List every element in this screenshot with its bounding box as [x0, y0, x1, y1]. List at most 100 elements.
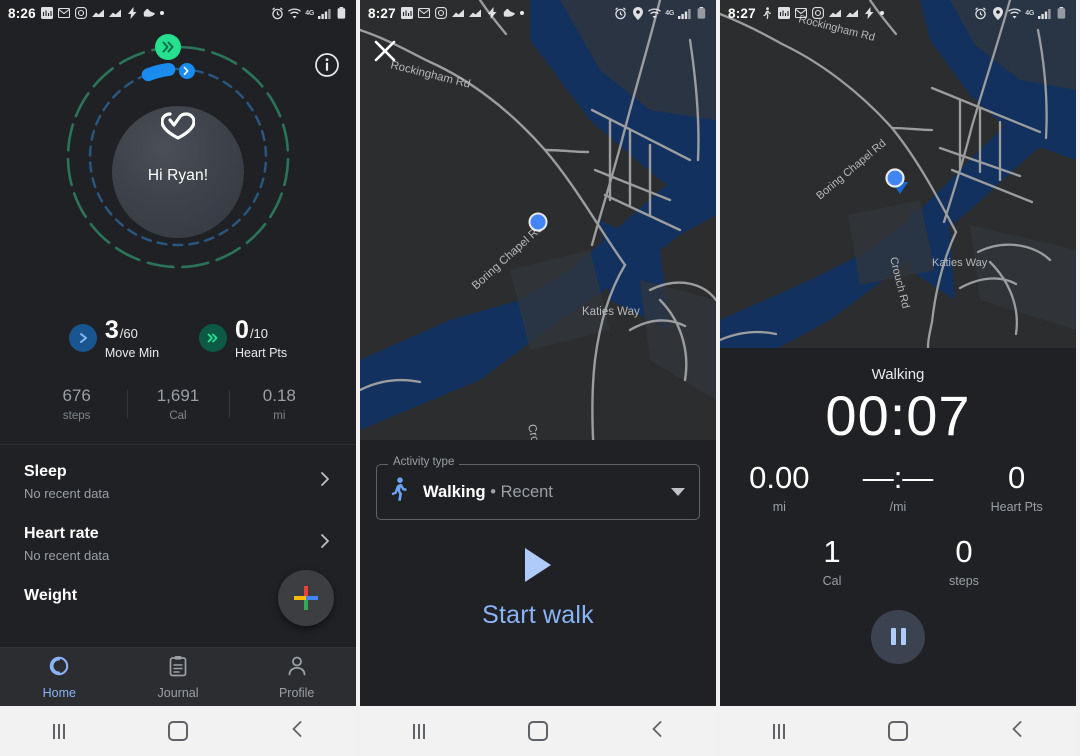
activity-rings[interactable]: Hi Ryan! — [0, 26, 356, 316]
gmail-icon — [58, 7, 71, 20]
bottom-navigation: Home Journal Profile — [0, 647, 356, 706]
flash-icon — [486, 7, 499, 20]
nav-item-journal[interactable]: Journal — [119, 655, 238, 700]
tracking-screen: Rockingham Rd Boring Chapel Rd Crouch Rd… — [720, 0, 1076, 706]
goal-value: 3 — [104, 316, 119, 344]
metric-distance: 0.18 mi — [228, 386, 330, 422]
double-chevron-icon — [199, 324, 228, 352]
alarm-icon — [974, 6, 987, 20]
alarm-icon — [614, 6, 627, 20]
flash-icon — [126, 7, 139, 20]
dot-icon — [879, 11, 884, 15]
status-bar: 8:26 4G — [0, 0, 356, 26]
walking-person-icon — [761, 6, 774, 20]
greeting-circle: Hi Ryan! — [112, 106, 244, 238]
metric-cal: 1,691 Cal — [127, 386, 228, 422]
instagram-icon — [812, 7, 825, 20]
phone-panel-home: 8:26 4G Hi Ryan! 3 /60 Move Min 0 /10 He… — [0, 0, 356, 756]
back-button[interactable] — [237, 720, 356, 743]
single-chevron-icon — [68, 324, 97, 352]
chevron-down-icon[interactable] — [671, 483, 685, 501]
home-icon — [168, 721, 188, 741]
chart-icon — [451, 7, 465, 20]
tracking-stats-row-1: 0.00 mi —:— /mi 0 Heart Pts — [720, 462, 1076, 514]
goal-max: /10 — [249, 326, 269, 341]
home-button[interactable] — [839, 721, 958, 741]
tracking-timer: 00:07 — [825, 384, 971, 447]
person-icon — [287, 655, 307, 682]
list-item-heart-rate[interactable]: Heart rate No recent data — [24, 507, 332, 569]
back-button[interactable] — [597, 720, 716, 743]
list-item-title: Sleep — [24, 463, 67, 480]
start-walk-screen: Rockingham Rd Boring Chapel Rd Crouch Rd… — [360, 0, 716, 706]
nav-label: Profile — [278, 685, 315, 700]
list-item-sleep[interactable]: Sleep No recent data — [24, 445, 332, 507]
stat-value: 0.00 — [749, 459, 810, 495]
recents-icon — [53, 723, 66, 739]
home-button[interactable] — [479, 721, 598, 741]
shoe-icon — [143, 7, 156, 20]
nav-label: Home — [42, 685, 76, 700]
status-bar: 8:27 4G — [360, 0, 716, 26]
battery-icon — [335, 7, 348, 20]
recents-button[interactable] — [720, 723, 839, 739]
activity-type-legend: Activity type — [388, 456, 460, 468]
status-time: 8:26 — [8, 5, 36, 21]
stat-heart-pts: 0 Heart Pts — [957, 462, 1076, 514]
inv-icon — [41, 7, 54, 20]
back-button[interactable] — [957, 720, 1076, 743]
goal-label: Move Min — [104, 346, 160, 360]
tracking-panel: Walking 00:07 0.00 mi —:— /mi 0 Heart Pt… — [720, 348, 1076, 706]
back-icon — [291, 720, 303, 743]
play-icon — [521, 548, 555, 588]
instagram-icon — [75, 7, 88, 20]
close-button[interactable] — [374, 40, 396, 67]
start-walk-button[interactable]: Start walk — [360, 520, 716, 670]
network-label: 4G — [1025, 9, 1034, 17]
chart-icon — [828, 7, 842, 20]
add-fab-button[interactable] — [278, 570, 334, 626]
svg-text:Katies Way: Katies Way — [932, 257, 988, 269]
signal-icon — [678, 7, 691, 20]
home-button[interactable] — [119, 721, 238, 741]
phone-panel-start-walk: Rockingham Rd Boring Chapel Rd Crouch Rd… — [360, 0, 716, 756]
home-icon — [528, 721, 548, 741]
nav-item-profile[interactable]: Profile — [237, 655, 356, 700]
pause-button[interactable] — [871, 609, 925, 664]
activity-type-value: Walking • Recent — [423, 483, 553, 502]
recents-button[interactable] — [0, 723, 119, 739]
gmail-icon — [418, 7, 431, 20]
metric-value: 1,691 — [156, 386, 200, 405]
goal-move-min[interactable]: 3 /60 Move Min — [68, 316, 160, 360]
android-nav-bar — [0, 706, 356, 756]
wifi-icon — [288, 7, 302, 20]
goal-value: 0 — [235, 316, 249, 344]
gmail-icon — [795, 7, 808, 20]
stat-value: —:— — [862, 459, 934, 495]
nav-item-home[interactable]: Home — [0, 655, 119, 700]
recents-button[interactable] — [360, 723, 479, 739]
fit-home-screen: 8:26 4G Hi Ryan! 3 /60 Move Min 0 /10 He… — [0, 0, 356, 706]
pause-icon — [890, 628, 906, 646]
battery-icon — [1055, 7, 1068, 20]
home-ring-icon — [48, 655, 70, 682]
start-walk-label: Start walk — [482, 601, 594, 629]
tracking-activity-title: Walking — [871, 366, 925, 383]
dot-icon — [159, 11, 164, 15]
list-item-subtitle: No recent data — [24, 486, 110, 501]
chart-icon — [108, 7, 122, 20]
map-view[interactable]: Rockingham Rd Boring Chapel Rd Crouch Rd… — [720, 0, 1076, 348]
stat-steps: 0 steps — [898, 536, 1030, 588]
chart-icon — [91, 7, 105, 20]
recents-icon — [773, 723, 786, 739]
activity-name: Walking — [423, 482, 486, 501]
back-icon — [1011, 720, 1023, 743]
status-time: 8:27 — [368, 5, 396, 21]
stat-unit: steps — [949, 573, 979, 588]
activity-type-field[interactable]: Activity type Walking • Recent — [376, 456, 700, 520]
wifi-icon — [648, 7, 662, 20]
stat-value: 0 — [1008, 459, 1026, 495]
chart-icon — [845, 7, 859, 20]
goal-heart-pts[interactable]: 0 /10 Heart Pts — [199, 318, 287, 360]
instagram-icon — [435, 7, 448, 20]
